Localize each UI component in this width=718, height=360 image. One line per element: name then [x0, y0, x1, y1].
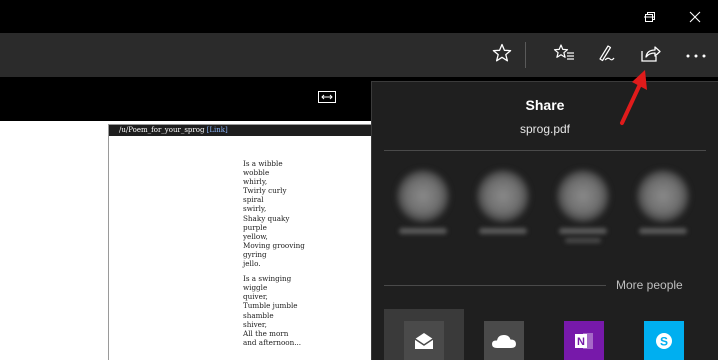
mail-icon: [404, 321, 444, 360]
more-icon: [685, 46, 707, 64]
poem-line: shamble: [243, 310, 274, 320]
poem-line: swirly,: [243, 204, 267, 214]
poem-line: jello.: [243, 259, 261, 269]
browser-window: /u/Poem_for_your_sprog [Link] Is a wibbl…: [0, 0, 718, 360]
favorites-hub-icon: [553, 43, 575, 68]
poem-line: purple: [243, 222, 267, 232]
contact-name-blurred: [479, 228, 527, 234]
page-header: /u/Poem_for_your_sprog [Link]: [109, 125, 387, 136]
contact-item[interactable]: [553, 170, 613, 243]
fit-to-width-icon: [318, 90, 336, 108]
share-app-mail[interactable]: [384, 309, 464, 360]
share-button[interactable]: [630, 33, 670, 77]
poem-line: Moving grooving: [243, 240, 305, 250]
divider: [384, 150, 706, 151]
poem-line: Is a wibble: [243, 159, 283, 168]
contact-name-blurred: [565, 238, 601, 243]
contact-name-blurred: [559, 228, 607, 234]
close-icon: [689, 11, 701, 23]
web-note-button[interactable]: [586, 33, 626, 77]
pdf-page: /u/Poem_for_your_sprog [Link] Is a wibbl…: [108, 124, 388, 360]
restore-button[interactable]: [627, 0, 673, 33]
share-app-skype[interactable]: S: [624, 309, 704, 360]
page-header-title: /u/Poem_for_your_sprog: [119, 126, 205, 134]
poem-line: gyring: [243, 249, 267, 259]
poem-line: Tumble jumble: [243, 301, 298, 311]
poem-line: quiver,: [243, 292, 268, 302]
onedrive-icon: [484, 321, 524, 360]
poem-line: Twirly curly: [243, 186, 287, 196]
avatar: [477, 170, 529, 222]
poem-line: shiver,: [243, 319, 267, 329]
browser-toolbar: [0, 33, 718, 77]
avatar: [637, 170, 689, 222]
onenote-icon: N: [564, 321, 604, 360]
page-header-link[interactable]: [Link]: [207, 126, 228, 134]
contact-item[interactable]: [473, 170, 533, 240]
fit-to-width-button[interactable]: [312, 85, 342, 113]
share-app-onedrive[interactable]: [464, 309, 544, 360]
poem-line: Is a swinging: [243, 274, 292, 284]
poem-line: wobble: [243, 168, 270, 178]
poem-line: Shaky quaky: [243, 213, 290, 223]
share-app-onenote[interactable]: N: [544, 309, 624, 360]
toolbar-separator: [525, 42, 526, 68]
poem-line: wiggle: [243, 283, 268, 293]
poem-line: All the morn: [243, 328, 289, 338]
avatar: [557, 170, 609, 222]
poem-line: yellow,: [243, 231, 268, 241]
poem-line: and afternoon...: [243, 337, 302, 347]
contact-name-blurred: [399, 228, 447, 234]
contact-item[interactable]: [393, 170, 453, 240]
ink-pen-icon: [596, 43, 616, 68]
share-filename: sprog.pdf: [519, 122, 571, 136]
restore-icon: [644, 11, 656, 23]
svg-text:S: S: [660, 335, 668, 349]
favorites-hub-button[interactable]: [544, 33, 584, 77]
close-button[interactable]: [672, 0, 718, 33]
avatar: [397, 170, 449, 222]
title-bar: [0, 0, 718, 33]
pdf-viewer[interactable]: /u/Poem_for_your_sprog [Link] Is a wibbl…: [0, 121, 388, 360]
divider: [384, 285, 606, 286]
poem-line: whirly,: [243, 177, 268, 187]
skype-icon: S: [644, 321, 684, 360]
share-panel: Share sprog.pdf More people N S: [371, 81, 718, 360]
poem-text: Is a wibble wobble whirly, Twirly curly …: [243, 159, 305, 353]
poem-stanza: Is a wibble wobble whirly, Twirly curly …: [243, 159, 305, 268]
add-favorite-button[interactable]: [482, 33, 522, 77]
poem-stanza: Is a swinging wiggle quiver, Tumble jumb…: [243, 274, 305, 347]
share-title: Share: [525, 97, 565, 113]
poem-line: spiral: [243, 195, 264, 205]
more-people-link[interactable]: More people: [616, 278, 683, 292]
contact-name-blurred: [639, 228, 687, 234]
more-button[interactable]: [676, 33, 716, 77]
share-icon: [639, 43, 661, 68]
svg-text:N: N: [577, 336, 585, 348]
contact-item[interactable]: [633, 170, 693, 240]
favorite-star-icon: [492, 43, 512, 68]
